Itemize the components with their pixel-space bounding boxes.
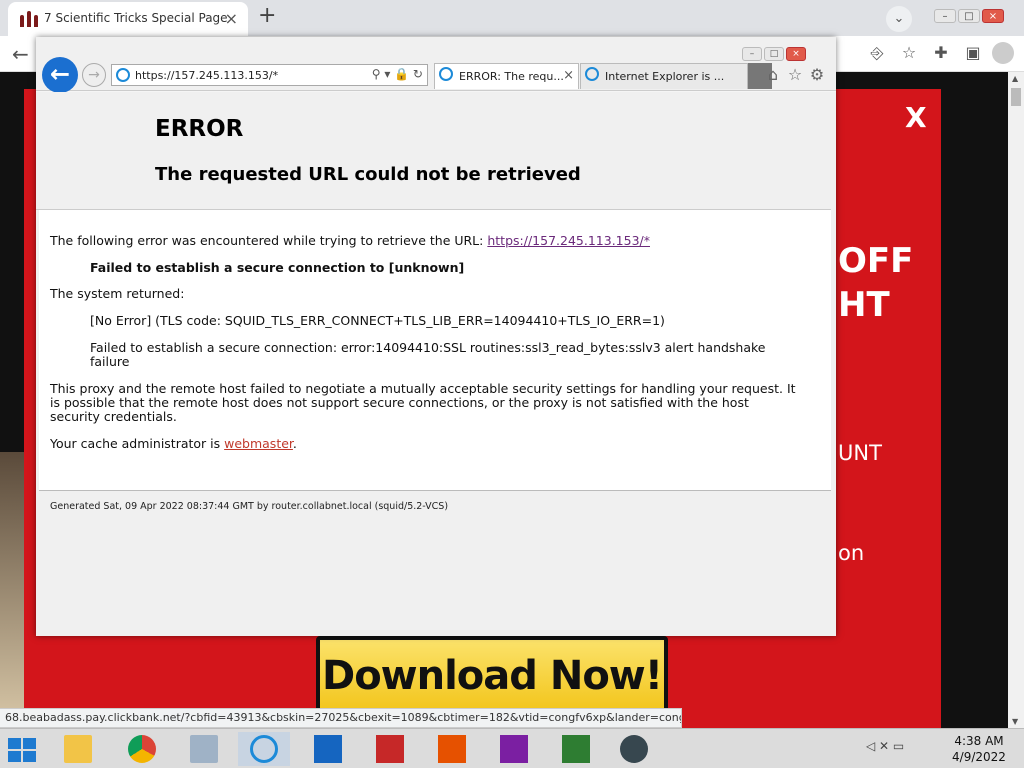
ie-window: – □ × ← → https://157.245.113.153/* ⚲ ▾ 🔒 … xyxy=(36,37,836,636)
ie-tab-error[interactable]: ERROR: The requ... × xyxy=(434,63,579,89)
system-tray-icons[interactable]: ◁ ✕ ▭ xyxy=(866,739,904,753)
ie-close-button[interactable]: × xyxy=(786,47,806,61)
scroll-up-arrow-icon[interactable]: ▲ xyxy=(1012,74,1018,83)
webmaster-link[interactable]: webmaster xyxy=(224,436,293,451)
error-failure: Failed to establish a secure connection … xyxy=(90,260,465,275)
chrome-tab-close-icon[interactable]: × xyxy=(225,9,238,28)
scroll-down-arrow-icon[interactable]: ▼ xyxy=(1012,717,1018,726)
ie-window-controls: – □ × xyxy=(740,41,806,61)
ie-address-bar[interactable]: https://157.245.113.153/* ⚲ ▾ 🔒 ↻ xyxy=(111,64,428,86)
download-now-button[interactable]: Download Now!⬇ xyxy=(316,636,668,728)
chrome-close-button[interactable]: × xyxy=(982,9,1004,23)
ssl-error-message: Failed to establish a secure connection:… xyxy=(90,340,766,369)
ie-tab-favicon-icon xyxy=(585,67,599,81)
admin-suffix: . xyxy=(292,436,297,451)
clock-time: 4:38 AM xyxy=(954,734,1004,748)
ie-navigation-bar: ← → https://157.245.113.153/* ⚲ ▾ 🔒 ↻ ER… xyxy=(36,57,836,93)
ie-tab-close-icon[interactable]: × xyxy=(563,68,574,83)
ie-command-icons: ⌂ ☆ ⚙ xyxy=(762,65,828,84)
home-icon[interactable]: ⌂ xyxy=(762,65,784,84)
ie-title-bar: – □ × xyxy=(36,37,836,61)
sidebar-icon[interactable]: ▣ xyxy=(960,43,986,62)
promo-text-1: UNT xyxy=(838,441,882,465)
ie-tab-favicon-icon xyxy=(439,67,453,81)
taskbar-onenote-icon[interactable] xyxy=(488,732,540,766)
error-footer: Generated Sat, 09 Apr 2022 08:37:44 GMT … xyxy=(39,490,831,512)
system-returned-label: The system returned: xyxy=(50,286,185,301)
promo-close-button[interactable]: X xyxy=(905,101,927,134)
new-tab-button[interactable]: + xyxy=(258,5,276,27)
taskbar-clock[interactable]: 4:38 AM 4/9/2022 xyxy=(944,733,1014,765)
ie-logo-icon xyxy=(116,68,130,82)
promo-headline-1: OFF xyxy=(838,241,914,281)
error-subtitle: The requested URL could not be retrieved xyxy=(155,164,581,185)
admin-prefix: Your cache administrator is xyxy=(50,436,225,451)
taskbar-music-icon[interactable] xyxy=(426,732,478,766)
settings-gear-icon[interactable]: ⚙ xyxy=(806,65,828,84)
favorites-star-icon[interactable]: ☆ xyxy=(784,65,806,84)
promo-headline-2: HT xyxy=(838,285,890,325)
chrome-minimize-button[interactable]: – xyxy=(934,9,956,23)
ie-forward-button[interactable]: → xyxy=(82,63,106,87)
taskbar-chrome-icon[interactable] xyxy=(116,732,168,766)
tls-error-code: [No Error] (TLS code: SQUID_TLS_ERR_CONN… xyxy=(90,313,665,328)
taskbar-atom-icon[interactable] xyxy=(608,732,660,766)
ie-address-url[interactable]: https://157.245.113.153/* xyxy=(135,69,278,82)
ie-minimize-button[interactable]: – xyxy=(742,47,762,61)
error-intro: The following error was encountered whil… xyxy=(50,233,484,248)
promo-text-2: on xyxy=(838,541,865,565)
ie-tab-explorer[interactable]: Internet Explorer is ... xyxy=(580,63,748,89)
taskbar-internet-explorer-icon[interactable] xyxy=(238,732,290,766)
bookmark-star-icon[interactable]: ☆ xyxy=(896,43,922,62)
taskbar-alarm-icon[interactable] xyxy=(364,732,416,766)
taskbar-mail-icon[interactable] xyxy=(302,732,354,766)
tab-search-button[interactable]: ⌄ xyxy=(886,6,912,32)
taskbar-system-monitor-icon[interactable] xyxy=(178,732,230,766)
error-explanation: This proxy and the remote host failed to… xyxy=(50,381,796,424)
site-favicon-icon xyxy=(20,11,38,27)
taskbar-store-icon[interactable] xyxy=(550,732,602,766)
ie-content-area: ERROR The requested URL could not be ret… xyxy=(36,92,836,636)
clock-date: 4/9/2022 xyxy=(952,750,1006,764)
error-title: ERROR xyxy=(155,116,244,142)
profile-avatar[interactable] xyxy=(992,42,1014,64)
address-bar-icons[interactable]: ⚲ ▾ 🔒 ↻ xyxy=(372,67,423,81)
error-footer-text: Generated Sat, 09 Apr 2022 08:37:44 GMT … xyxy=(50,501,449,512)
chrome-tab-bar: 7 Scientific Tricks Special Page × + ⌄ –… xyxy=(0,0,1024,36)
chrome-window-controls: – □ × xyxy=(932,4,1004,23)
extensions-icon[interactable]: ✚ xyxy=(928,43,954,62)
ie-tab-label: Internet Explorer is ... xyxy=(605,70,725,83)
chrome-tab-title: 7 Scientific Tricks Special Page xyxy=(44,11,228,25)
ie-restore-button[interactable]: □ xyxy=(764,47,784,61)
windows-taskbar: ◁ ✕ ▭ 4:38 AM 4/9/2022 xyxy=(0,728,1024,768)
ie-tab-label: ERROR: The requ... xyxy=(459,70,564,83)
chrome-restore-button[interactable]: □ xyxy=(958,9,980,23)
chrome-tab[interactable]: 7 Scientific Tricks Special Page × xyxy=(8,2,248,36)
scrollbar-thumb[interactable] xyxy=(1011,88,1021,106)
chrome-toolbar-icons: ⎆ ☆ ✚ ▣ xyxy=(858,42,1014,64)
admin-line: Your cache administrator is webmaster. xyxy=(50,437,297,451)
page-scrollbar[interactable]: ▲ ▼ xyxy=(1008,72,1024,728)
ie-back-button[interactable]: ← xyxy=(42,57,78,93)
chrome-back-button[interactable]: ← xyxy=(12,42,29,66)
error-header: ERROR The requested URL could not be ret… xyxy=(36,92,831,210)
error-body: The following error was encountered whil… xyxy=(39,210,831,490)
error-url-link[interactable]: https://157.245.113.153/* xyxy=(487,233,650,248)
error-intro-line: The following error was encountered whil… xyxy=(50,234,650,248)
start-button-windows-icon[interactable] xyxy=(8,738,38,762)
share-icon[interactable]: ⎆ xyxy=(864,43,890,63)
link-status-bar: 68.beabadass.pay.clickbank.net/?cbfid=43… xyxy=(0,708,682,728)
page-image-strip xyxy=(0,452,24,728)
taskbar-file-explorer-icon[interactable] xyxy=(52,732,104,766)
